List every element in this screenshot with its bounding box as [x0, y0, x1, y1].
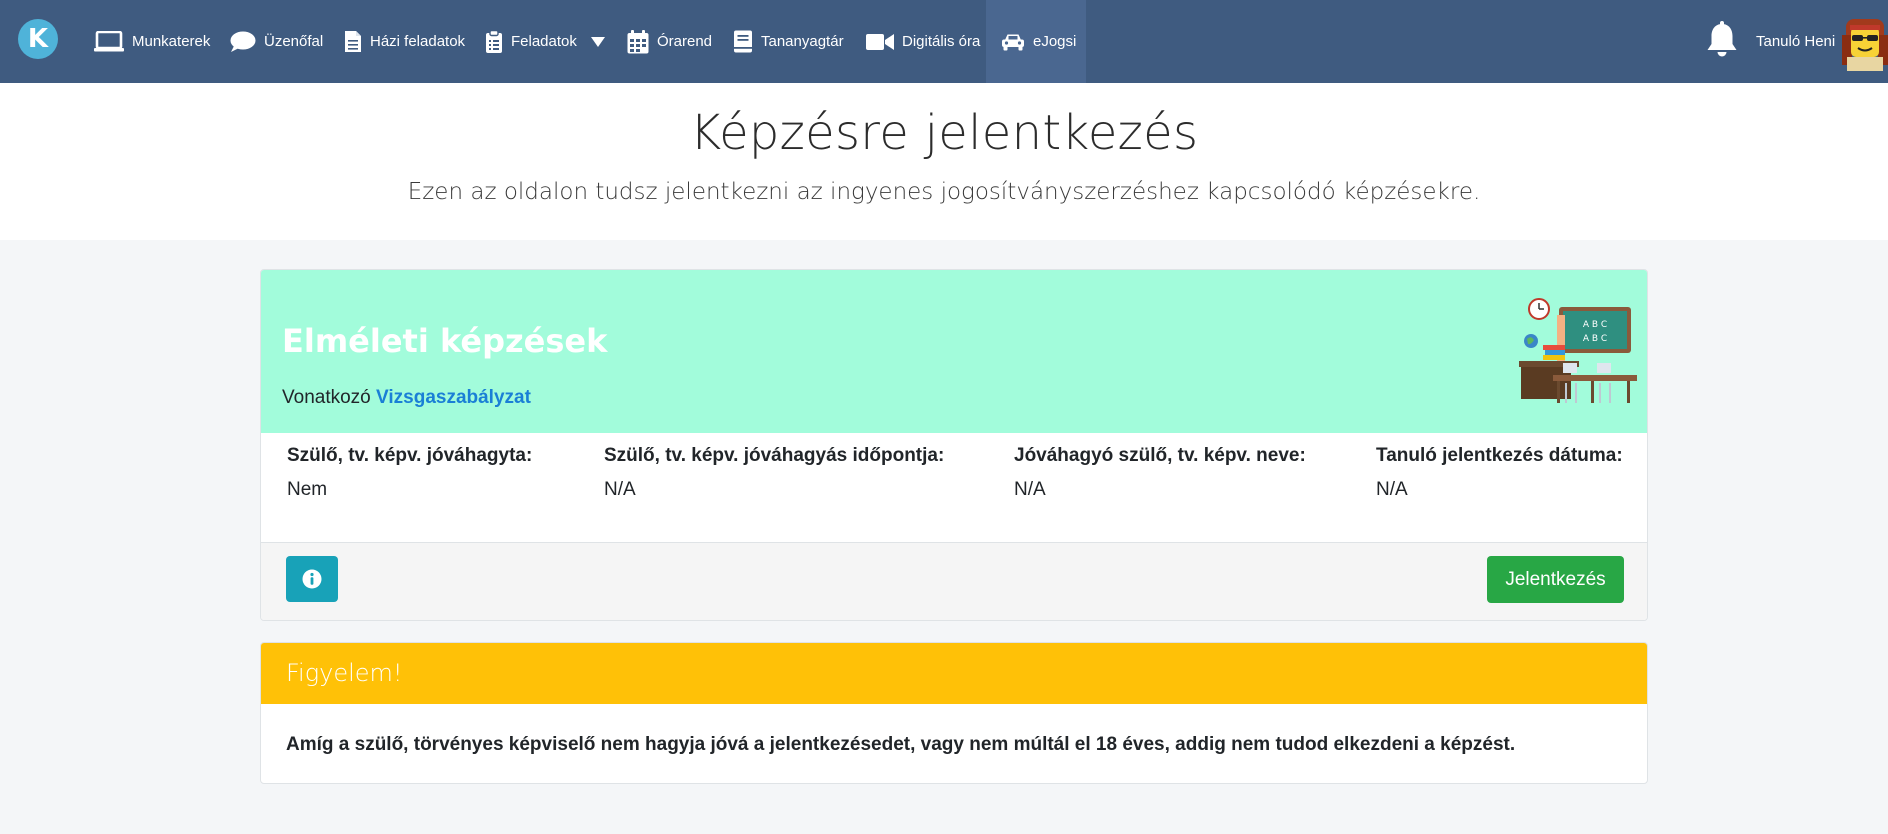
- nav-label: eJogsi: [1033, 33, 1077, 50]
- warning-card: Figyelem! Amíg a szülő, törvényes képvis…: [260, 642, 1648, 784]
- nav-label: Digitális óra: [902, 33, 981, 50]
- nav-label: Üzenőfal: [264, 33, 324, 50]
- book-icon: [734, 30, 752, 53]
- logo-letter: K: [27, 24, 49, 54]
- nav-item-digitalis-ora[interactable]: Digitális óra: [866, 0, 980, 83]
- info-value: N/A: [1376, 479, 1408, 500]
- nav-label: Munkaterek: [132, 33, 211, 50]
- theory-card-footer: [261, 542, 1647, 620]
- related-prefix: Vonatkozó: [282, 387, 371, 408]
- exam-rules-link[interactable]: Vizsgaszabályzat: [376, 387, 531, 408]
- info-label: Jóváhagyó szülő, tv. képv. neve:: [1014, 445, 1306, 466]
- theory-card-title: Elméleti képzések: [282, 322, 608, 360]
- bell-icon[interactable]: [1705, 21, 1739, 59]
- clipboard-icon: [486, 29, 502, 53]
- info-field: Tanuló jelentkezés dátuma: N/A: [1376, 445, 1623, 501]
- board-text-2: A B C: [1583, 334, 1607, 344]
- nav-item-orarend[interactable]: Órarend: [627, 0, 712, 83]
- nav-item-feladatok[interactable]: Feladatok: [485, 0, 613, 83]
- info-value: Nem: [287, 479, 328, 500]
- theory-training-card: Elméleti képzések Vonatkozó Vizsgaszabál…: [260, 269, 1648, 621]
- warning-text: Amíg a szülő, törvényes képviselő nem ha…: [286, 734, 1516, 755]
- page-header: Képzésre jelentkezés Ezen az oldalon tud…: [0, 83, 1888, 240]
- app-logo[interactable]: K: [18, 19, 58, 59]
- page-title: Képzésre jelentkezés: [689, 105, 1199, 161]
- info-field: Szülő, tv. képv. jóváhagyás időpontja: N…: [604, 445, 944, 501]
- nav-label: Órarend: [657, 33, 713, 50]
- info-value: N/A: [604, 479, 636, 500]
- chat-bubble-icon: [230, 31, 256, 52]
- video-camera-icon: [866, 33, 894, 50]
- apply-button[interactable]: Jelentkezés: [1487, 556, 1624, 603]
- calendar-icon: [627, 29, 649, 53]
- nav-item-hazi-feladatok[interactable]: Házi feladatok: [344, 0, 465, 83]
- info-label: Tanuló jelentkezés dátuma:: [1376, 445, 1623, 466]
- info-icon: [302, 569, 322, 589]
- classroom-illustration: A B C A B C: [1519, 298, 1637, 403]
- chevron-down-icon: [590, 36, 605, 47]
- nav-label: Tananyagtár: [761, 33, 844, 50]
- laptop-icon: [94, 30, 124, 51]
- car-icon: [1002, 34, 1024, 50]
- info-field: Szülő, tv. képv. jóváhagyta: Nem: [287, 445, 532, 501]
- info-value: N/A: [1014, 479, 1046, 500]
- nav-item-tananyagtar[interactable]: Tananyagtár: [733, 0, 844, 83]
- nav-label: Házi feladatok: [370, 33, 466, 50]
- user-name[interactable]: Tanuló Heni: [1756, 0, 1835, 83]
- nav-label: Feladatok: [511, 33, 577, 50]
- avatar[interactable]: [1842, 15, 1888, 71]
- info-field: Jóváhagyó szülő, tv. képv. neve: N/A: [1014, 445, 1306, 501]
- nav-item-ejogsi[interactable]: eJogsi: [986, 0, 1086, 83]
- nav-item-munkaterek[interactable]: Munkaterek: [94, 0, 210, 83]
- board-text-1: A B C: [1583, 320, 1607, 330]
- warning-title: Figyelem!: [286, 659, 403, 687]
- application-info-row: Szülő, tv. képv. jóváhagyta: Nem Szülő, …: [261, 445, 1647, 525]
- warning-card-header: Figyelem!: [261, 643, 1647, 704]
- nav-item-uzenofal[interactable]: Üzenőfal: [230, 0, 323, 83]
- document-icon: [345, 31, 361, 52]
- info-button[interactable]: [286, 556, 338, 602]
- page-subtitle: Ezen az oldalon tudsz jelentkezni az ing…: [407, 179, 1481, 205]
- info-label: Szülő, tv. képv. jóváhagyás időpontja:: [604, 445, 945, 466]
- theory-card-header: Elméleti képzések Vonatkozó Vizsgaszabál…: [261, 270, 1647, 433]
- info-label: Szülő, tv. képv. jóváhagyta:: [287, 445, 533, 466]
- top-navbar: K Munkaterek Üzenőfal Házi feladatok Fel…: [0, 0, 1888, 83]
- related-rules-line: Vonatkozó Vizsgaszabályzat: [282, 387, 531, 409]
